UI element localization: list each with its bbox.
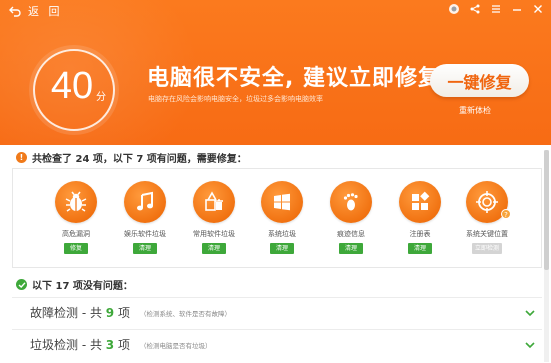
- share-icon[interactable]: [468, 2, 482, 16]
- passed-summary: 以下 17 项没有问题：: [32, 281, 133, 292]
- footprint-icon[interactable]: [330, 181, 372, 223]
- back-button[interactable]: 返 回: [8, 3, 63, 19]
- back-label: 返 回: [28, 5, 63, 18]
- issue-label: 常用软件垃圾: [193, 230, 235, 238]
- row-unit: 项: [114, 306, 130, 320]
- clean-button[interactable]: 清理: [202, 243, 226, 254]
- target-icon[interactable]: ?: [466, 181, 511, 223]
- row-title: 故障检测 - 共 9 项: [30, 304, 130, 321]
- issue-item-common-software-junk: 常用软件垃圾 清理: [184, 181, 244, 254]
- scrollbar-thumb[interactable]: [544, 150, 549, 270]
- windows-logo-icon[interactable]: [261, 181, 303, 223]
- passed-section-title: 以下 17 项没有问题：: [16, 277, 133, 292]
- vertical-scrollbar[interactable]: [544, 150, 549, 362]
- issue-label: 系统垃圾: [268, 230, 296, 238]
- issues-section-title: ! 共检查了 24 项，以下 7 项有问题，需要修复：: [16, 150, 247, 165]
- row-unit: 项: [114, 338, 130, 352]
- clean-button[interactable]: 清理: [133, 243, 157, 254]
- one-click-fix-button[interactable]: 一键修复: [430, 64, 529, 97]
- back-arrow-icon: [9, 6, 21, 17]
- checkmark-icon: [16, 279, 27, 290]
- chevron-down-icon[interactable]: [524, 307, 536, 319]
- row-note: （检测电脑是否有垃圾）: [139, 341, 212, 350]
- clean-button[interactable]: 清理: [339, 243, 363, 254]
- issue-item-vulnerability: 高危漏洞 修复: [46, 181, 106, 254]
- bug-icon[interactable]: [55, 181, 97, 223]
- issue-label: 系统关键位置: [466, 230, 508, 238]
- row-name: 故障检测: [30, 306, 79, 320]
- skin-icon[interactable]: [447, 2, 461, 16]
- row-count: 3: [105, 338, 115, 352]
- row-title: 垃圾检测 - 共 3 项: [30, 336, 130, 353]
- security-score: 40: [50, 65, 94, 107]
- close-icon[interactable]: [531, 2, 545, 16]
- software-trash-icon[interactable]: [193, 181, 235, 223]
- row-sep: - 共: [78, 306, 106, 320]
- header-banner: 返 回 40 分 电脑很不安全, 建议立即修复 电脑存在风险会影响电脑安全，垃圾…: [0, 0, 551, 145]
- junk-detection-row[interactable]: 垃圾检测 - 共 3 项 （检测电脑是否有垃圾）: [12, 329, 542, 359]
- row-count: 9: [105, 306, 115, 320]
- row-sep: - 共: [78, 338, 106, 352]
- clean-button[interactable]: 清理: [270, 243, 294, 254]
- score-unit: 分: [96, 92, 106, 103]
- detect-button[interactable]: 立即检测: [472, 243, 502, 254]
- music-note-icon[interactable]: [124, 181, 166, 223]
- fix-button[interactable]: 修复: [64, 243, 88, 254]
- issue-item-system-key-locations: ? 系统关键位置 立即检测: [457, 181, 517, 254]
- issue-item-entertainment-junk: 娱乐软件垃圾 清理: [115, 181, 175, 254]
- clean-button[interactable]: 清理: [408, 243, 432, 254]
- recheck-link[interactable]: 重新体检: [459, 105, 491, 116]
- issues-summary: 共检查了 24 项，以下 7 项有问题，需要修复：: [32, 154, 247, 165]
- help-badge-icon: ?: [501, 209, 511, 219]
- issue-item-registry: 注册表 清理: [390, 181, 450, 254]
- issue-label: 痕迹信息: [337, 230, 365, 238]
- row-note: （检测系统、软件是否有故障）: [139, 309, 231, 318]
- fault-detection-row[interactable]: 故障检测 - 共 9 项 （检测系统、软件是否有故障）: [12, 297, 542, 327]
- registry-icon[interactable]: [399, 181, 441, 223]
- issue-label: 注册表: [409, 230, 431, 238]
- row-name: 垃圾检测: [30, 338, 79, 352]
- issue-label: 娱乐软件垃圾: [124, 230, 166, 238]
- menu-icon[interactable]: [489, 2, 503, 16]
- issue-item-system-junk: 系统垃圾 清理: [252, 181, 312, 254]
- status-headline: 电脑很不安全, 建议立即修复: [147, 66, 442, 91]
- issue-item-trace-info: 痕迹信息 清理: [321, 181, 381, 254]
- warning-icon: !: [16, 152, 27, 163]
- status-subline: 电脑存在风险会影响电脑安全，垃圾过多会影响电脑效率: [148, 95, 323, 103]
- issue-label: 高危漏洞: [62, 230, 90, 238]
- window-controls: [447, 2, 545, 16]
- minimize-icon[interactable]: [510, 2, 524, 16]
- chevron-down-icon[interactable]: [524, 339, 536, 351]
